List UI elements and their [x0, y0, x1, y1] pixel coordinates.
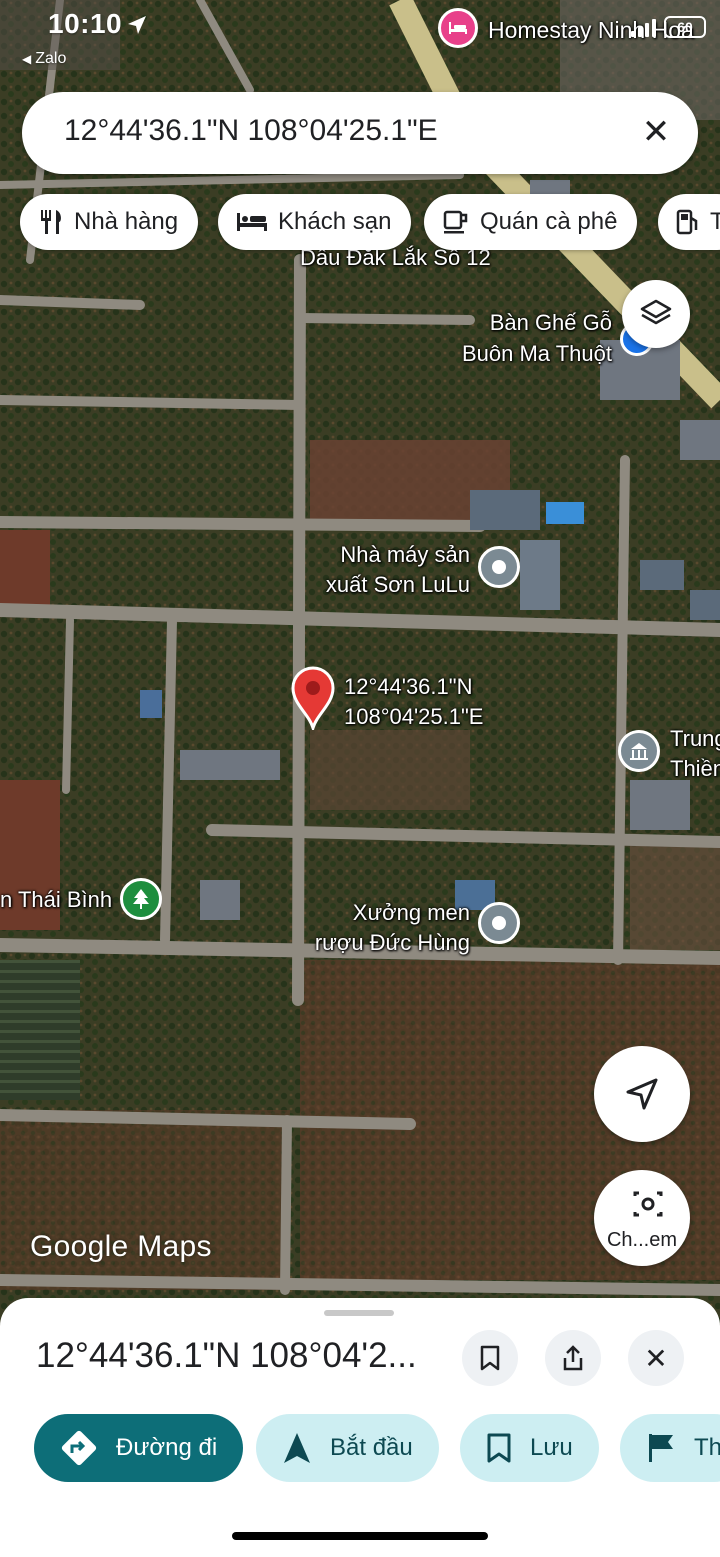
- my-location-button[interactable]: [594, 1046, 690, 1142]
- action-label: Th: [694, 1434, 720, 1461]
- chip-restaurants[interactable]: Nhà hàng: [20, 194, 199, 250]
- chip-label: Quán cà phê: [480, 208, 618, 235]
- share-icon: [563, 1345, 583, 1371]
- place-label-line: Thiền: [670, 756, 720, 781]
- pin-dot-icon: [492, 916, 506, 930]
- chip-hotels[interactable]: Khách sạn: [218, 194, 412, 250]
- chip-gas[interactable]: T: [658, 194, 720, 250]
- coffee-cup-icon: [443, 210, 468, 234]
- gas-station-icon: [676, 209, 698, 235]
- landmark-pin-icon[interactable]: [618, 730, 660, 772]
- google-maps-logo: Google Maps: [30, 1230, 212, 1264]
- pin-dot-icon: [492, 560, 506, 574]
- flag-icon: [649, 1434, 673, 1462]
- chip-label: Khách sạn: [278, 208, 392, 235]
- bed-icon: [237, 213, 267, 231]
- close-icon: ✕: [644, 1342, 668, 1374]
- place-label-line: xuất Sơn LuLu: [325, 572, 470, 597]
- navigation-arrow-icon: [626, 1078, 658, 1110]
- action-label: Lưu: [530, 1434, 573, 1461]
- place-label-line: Buôn Ma Thuột: [461, 341, 612, 366]
- status-time: 10:10: [48, 8, 123, 39]
- place-label-line: Trung: [670, 726, 720, 751]
- directions-icon: [61, 1430, 97, 1466]
- fork-knife-icon: [41, 210, 61, 234]
- bottom-sheet[interactable]: 12°44'36.1"N 108°04'2... ✕ Đường đi Bắt …: [0, 1298, 720, 1557]
- place-label-line: rượu Đức Hùng: [314, 930, 470, 955]
- camera-label: Ch...em: [606, 1229, 678, 1251]
- save-button[interactable]: Lưu: [460, 1414, 599, 1482]
- chip-cafes[interactable]: Quán cà phê: [424, 194, 638, 250]
- layers-button[interactable]: [622, 280, 690, 348]
- bookmark-icon: [487, 1433, 511, 1463]
- navigation-arrow-icon: [284, 1433, 310, 1463]
- place-pin-icon[interactable]: [478, 546, 520, 588]
- pin-coordinate-label: 12°44'36.1"N 108°04'25.1"E: [344, 672, 483, 732]
- layers-icon: [640, 299, 672, 325]
- status-indicators: 60: [631, 16, 706, 38]
- camera-search-button[interactable]: Ch...em: [594, 1170, 690, 1266]
- back-triangle-icon: ◀: [22, 52, 32, 66]
- maps-wordmark: Maps: [137, 1230, 212, 1263]
- action-label: Bắt đầu: [330, 1434, 413, 1461]
- directions-button[interactable]: Đường đi: [34, 1414, 244, 1482]
- search-bar[interactable]: 12°44'36.1"N 108°04'25.1"E ✕: [22, 92, 698, 174]
- hotel-pin-icon[interactable]: [438, 8, 478, 48]
- search-input[interactable]: 12°44'36.1"N 108°04'25.1"E: [64, 114, 438, 148]
- google-wordmark: Google: [30, 1230, 129, 1263]
- place-label-line: Xưởng men: [352, 900, 470, 925]
- pin-lat: 12°44'36.1"N: [344, 674, 473, 699]
- place-label-trung[interactable]: Trung Thiền: [670, 724, 720, 784]
- close-sheet-button[interactable]: ✕: [628, 1330, 684, 1386]
- chip-label: T: [710, 208, 720, 235]
- place-label-line: Bàn Ghế Gỗ: [489, 310, 612, 335]
- share-button[interactable]: [545, 1330, 601, 1386]
- place-label-line: Nhà máy sản: [340, 542, 470, 567]
- lens-camera-icon: [633, 1191, 663, 1217]
- start-button[interactable]: Bắt đầu: [256, 1414, 439, 1482]
- place-label-ban-ghe[interactable]: Bàn Ghế Gỗ Buôn Ma Thuột: [448, 307, 612, 369]
- save-round-button[interactable]: [462, 1330, 518, 1386]
- back-to-app[interactable]: ◀ Zalo: [22, 50, 66, 68]
- home-indicator[interactable]: [232, 1532, 488, 1540]
- chip-label: Nhà hàng: [74, 208, 179, 235]
- place-label-xuong[interactable]: Xưởng men rượu Đức Hùng: [300, 898, 470, 958]
- place-title: 12°44'36.1"N 108°04'2...: [36, 1336, 417, 1375]
- bookmark-icon: [480, 1345, 500, 1371]
- pin-lng: 108°04'25.1"E: [344, 704, 484, 729]
- signal-icon: [631, 17, 656, 37]
- clear-search-icon[interactable]: ✕: [636, 112, 676, 152]
- sheet-drag-handle[interactable]: [324, 1310, 394, 1316]
- battery-icon: 60: [664, 16, 706, 38]
- place-label-nha-may[interactable]: Nhà máy sản xuất Sơn LuLu: [316, 540, 470, 600]
- place-label-thai-binh[interactable]: n Thái Bình: [0, 886, 112, 914]
- location-arrow-icon: [128, 16, 146, 34]
- dropped-pin-icon[interactable]: [289, 664, 337, 730]
- label-button[interactable]: Th: [620, 1414, 720, 1482]
- action-label: Đường đi: [116, 1434, 218, 1461]
- back-app-label: Zalo: [35, 50, 67, 67]
- place-pin-icon[interactable]: [478, 902, 520, 944]
- park-pin-icon[interactable]: [120, 878, 162, 920]
